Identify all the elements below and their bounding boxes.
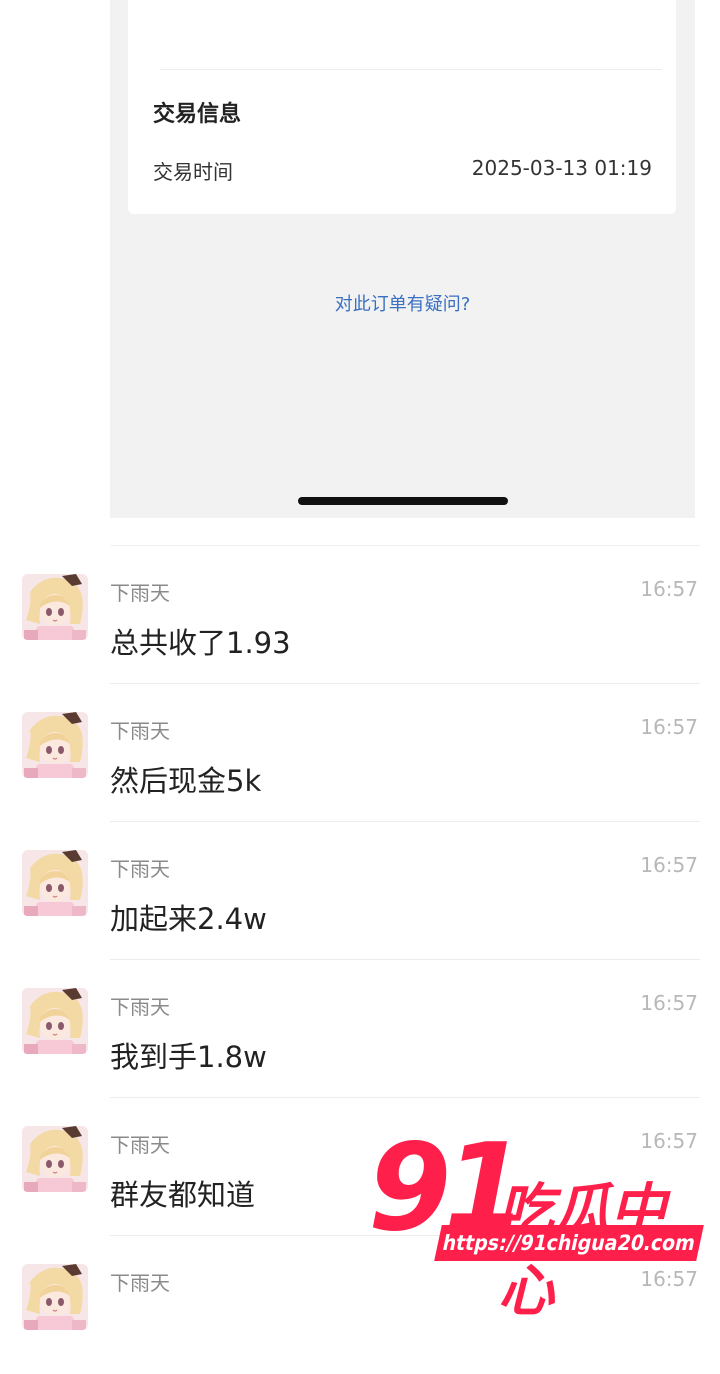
order-question-link[interactable]: 对此订单有疑问? <box>110 290 695 316</box>
watermark-url: https://91chigua20.com <box>434 1225 704 1261</box>
list-item[interactable]: 下雨天 16:57 我到手1.8w <box>0 960 720 1098</box>
sender-name: 下雨天 <box>110 581 170 605</box>
message-text: 群友都知道 <box>110 1178 256 1212</box>
sender-name: 下雨天 <box>110 1271 170 1295</box>
message-time: 16:57 <box>640 577 698 601</box>
message-text: 然后现金5k <box>110 764 262 798</box>
order-screenshot-panel: 交易信息 交易时间 2025-03-13 01:19 对此订单有疑问? <box>110 0 695 518</box>
message-text: 总共收了1.93 <box>110 626 291 660</box>
sender-name: 下雨天 <box>110 995 170 1019</box>
avatar[interactable] <box>22 1126 88 1192</box>
sender-name: 下雨天 <box>110 719 170 743</box>
message-time: 16:57 <box>640 715 698 739</box>
transaction-time-value: 2025-03-13 01:19 <box>471 156 652 180</box>
sender-name: 下雨天 <box>110 857 170 881</box>
message-time: 16:57 <box>640 991 698 1015</box>
avatar[interactable] <box>22 574 88 640</box>
message-text: 加起来2.4w <box>110 902 267 936</box>
transaction-info-title: 交易信息 <box>153 102 242 127</box>
transaction-card: 交易信息 交易时间 2025-03-13 01:19 <box>128 0 676 214</box>
message-time: 16:57 <box>640 853 698 877</box>
avatar[interactable] <box>22 1264 88 1330</box>
sender-name: 下雨天 <box>110 1133 170 1157</box>
list-item[interactable]: 下雨天 16:57 加起来2.4w <box>0 822 720 960</box>
avatar[interactable] <box>22 712 88 778</box>
card-divider <box>160 69 662 70</box>
avatar[interactable] <box>22 850 88 916</box>
watermark-logo: 91 吃瓜中心 https://91chigua20.com <box>368 1119 718 1324</box>
message-text: 我到手1.8w <box>110 1040 267 1074</box>
home-indicator-bar <box>298 497 508 505</box>
avatar[interactable] <box>22 988 88 1054</box>
transaction-time-label: 交易时间 <box>153 160 233 184</box>
list-item[interactable]: 下雨天 16:57 然后现金5k <box>0 684 720 822</box>
list-item[interactable]: 下雨天 16:57 总共收了1.93 <box>0 546 720 684</box>
